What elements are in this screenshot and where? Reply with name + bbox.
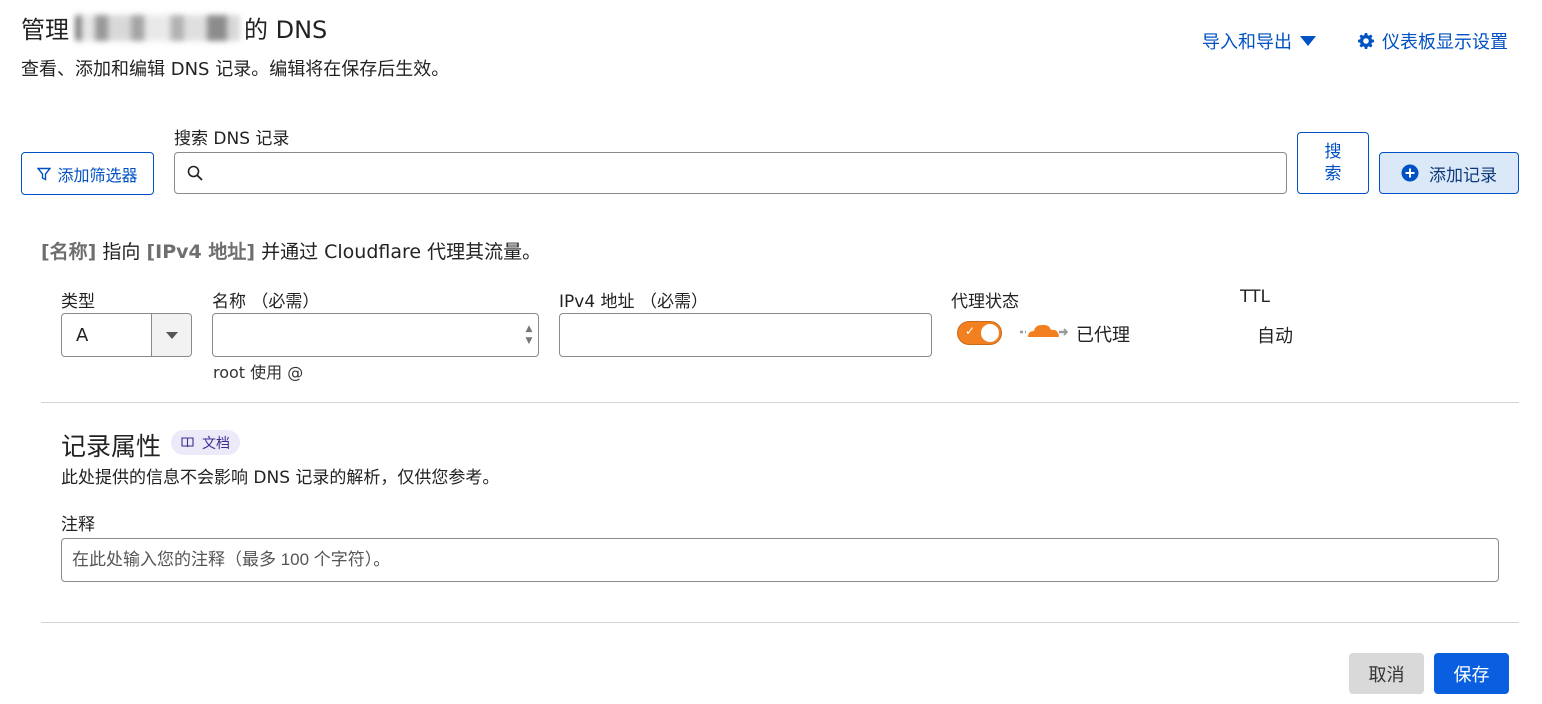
type-select-value: A <box>76 324 89 346</box>
divider <box>41 622 1519 623</box>
name-hint: root 使用 @ <box>213 363 304 382</box>
docs-badge-label: 文档 <box>202 435 230 452</box>
search-button[interactable]: 搜索 <box>1297 132 1369 194</box>
ipv4-field[interactable] <box>559 313 932 357</box>
spin-up-icon[interactable]: ▲ <box>526 323 533 335</box>
search-label: 搜索 DNS 记录 <box>174 129 290 149</box>
filter-icon <box>37 167 52 181</box>
search-icon <box>187 165 203 181</box>
note-input[interactable] <box>62 550 1498 570</box>
proxy-toggle[interactable]: ✓ <box>957 321 1002 345</box>
note-field[interactable] <box>61 538 1499 582</box>
record-attributes-title: 记录属性 <box>61 432 162 461</box>
note-label: 注释 <box>61 515 95 535</box>
dashboard-settings-label: 仪表板显示设置 <box>1382 32 1508 53</box>
toggle-knob <box>981 324 999 342</box>
type-label: 类型 <box>61 292 95 312</box>
page-subtitle: 查看、添加和编辑 DNS 记录。编辑将在保存后生效。 <box>21 59 450 80</box>
name-label: 名称 （必需） <box>212 292 320 312</box>
proxy-status-label: 代理状态 <box>951 292 1019 312</box>
summary-text-1: 指向 <box>96 241 147 263</box>
ttl-value: 自动 <box>1257 326 1293 347</box>
name-spinner[interactable]: ▲ ▼ <box>520 314 538 356</box>
search-field[interactable] <box>174 152 1287 194</box>
gear-icon <box>1358 33 1374 49</box>
caret-down-icon <box>1300 36 1316 46</box>
type-select[interactable]: A <box>61 313 192 357</box>
docs-badge[interactable]: 文档 <box>171 430 240 455</box>
plus-circle-icon <box>1401 164 1419 182</box>
proxy-status-text: 已代理 <box>1076 325 1130 346</box>
add-record-button[interactable]: 添加记录 <box>1379 152 1519 194</box>
caret-down-icon <box>165 331 178 339</box>
page-title-suffix: 的 DNS <box>244 16 328 44</box>
add-record-label: 添加记录 <box>1429 165 1497 186</box>
type-select-toggle[interactable] <box>151 314 191 356</box>
summary-name-token: [名称] <box>41 241 97 263</box>
ipv4-input[interactable] <box>560 314 931 356</box>
cloudflare-cloud-icon <box>1020 324 1068 337</box>
page-title: 管理 的 DNS <box>21 10 327 45</box>
record-summary: [名称] 指向 [IPv4 地址] 并通过 Cloudflare 代理其流量。 <box>41 237 541 264</box>
ipv4-label: IPv4 地址 （必需） <box>559 292 708 312</box>
add-filter-button[interactable]: 添加筛选器 <box>21 152 154 195</box>
check-icon: ✓ <box>965 324 976 338</box>
import-export-label: 导入和导出 <box>1202 32 1292 53</box>
cancel-button[interactable]: 取消 <box>1349 653 1424 694</box>
record-attributes-description: 此处提供的信息不会影响 DNS 记录的解析，仅供您参考。 <box>61 468 500 488</box>
add-filter-label: 添加筛选器 <box>57 165 138 185</box>
divider <box>41 402 1519 403</box>
import-export-dropdown[interactable]: 导入和导出 <box>1202 28 1316 54</box>
ttl-label: TTL <box>1240 287 1270 307</box>
name-field[interactable]: ▲ ▼ <box>212 313 539 357</box>
book-icon <box>181 437 194 448</box>
dashboard-settings-link[interactable]: 仪表板显示设置 <box>1358 28 1508 54</box>
summary-ipv4-token: [IPv4 地址] <box>146 241 256 263</box>
name-input[interactable] <box>213 314 520 356</box>
search-input[interactable] <box>211 154 1286 192</box>
redacted-domain <box>75 14 240 41</box>
summary-text-2: 并通过 Cloudflare 代理其流量。 <box>255 241 542 263</box>
spin-down-icon[interactable]: ▼ <box>526 335 533 347</box>
save-button[interactable]: 保存 <box>1434 653 1509 694</box>
page-title-prefix: 管理 <box>21 16 69 44</box>
